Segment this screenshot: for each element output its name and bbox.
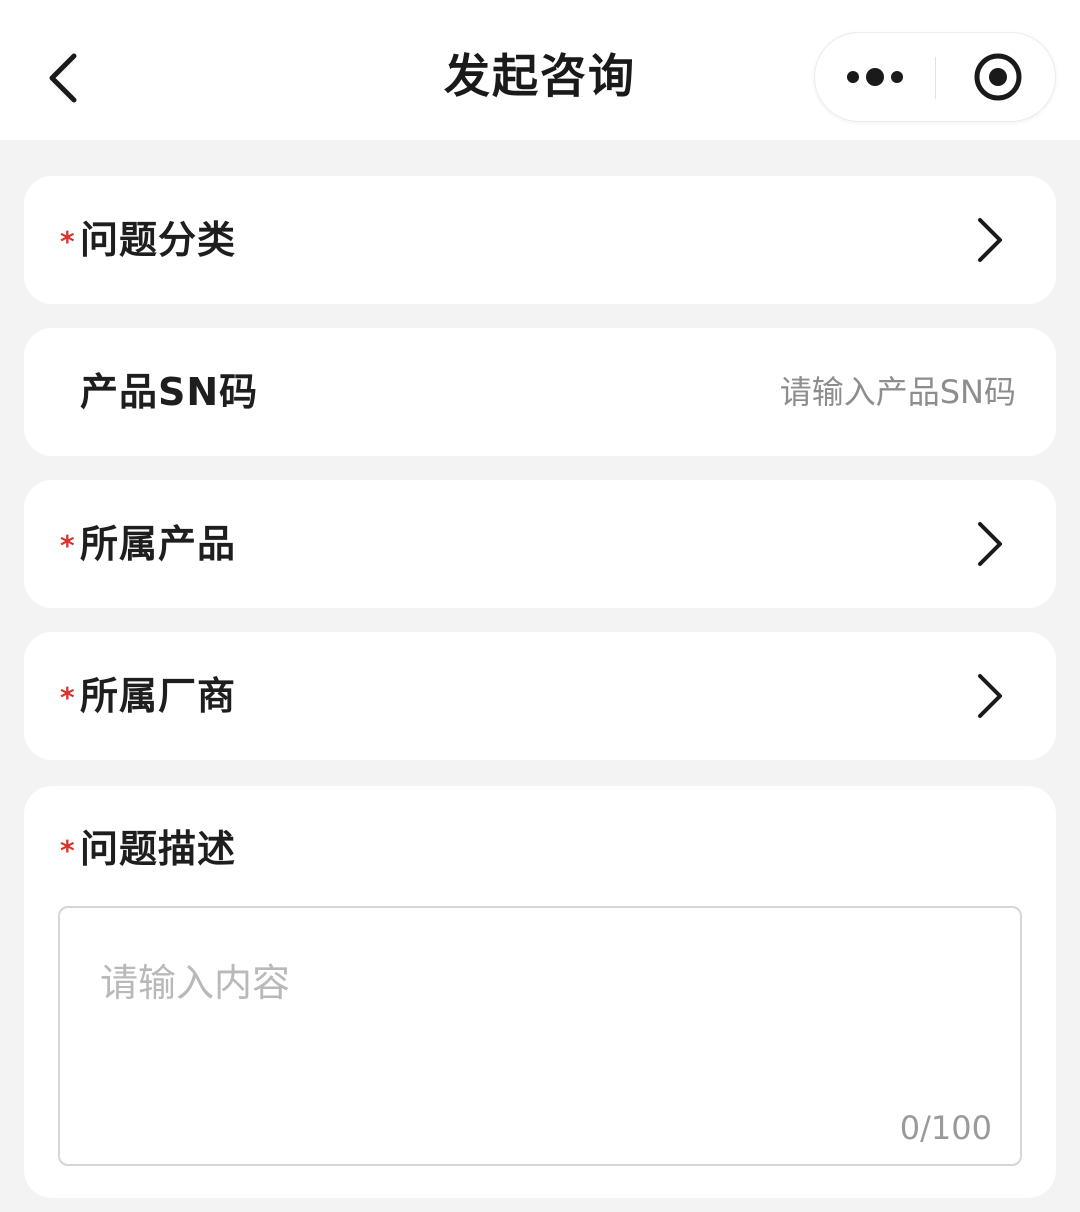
sn-input[interactable]: [496, 362, 1016, 422]
product-row[interactable]: * 所属产品: [24, 480, 1056, 608]
description-textarea[interactable]: [100, 956, 980, 1106]
required-mark: *: [60, 834, 75, 867]
chevron-right-icon: [972, 518, 1008, 570]
more-button[interactable]: [815, 33, 935, 121]
description-label: 问题描述: [80, 827, 237, 871]
required-mark: *: [60, 225, 75, 258]
category-label: 问题分类: [80, 218, 237, 262]
navigation-bar: 发起咨询: [0, 0, 1080, 140]
mini-program-capsule: [814, 32, 1056, 122]
required-mark: *: [60, 681, 75, 714]
product-label: 所属产品: [80, 522, 237, 566]
description-card: * 问题描述 0/100: [24, 786, 1056, 1198]
required-mark: *: [60, 529, 75, 562]
description-box: 0/100: [58, 906, 1022, 1166]
close-mini-program-button[interactable]: [936, 33, 1055, 121]
vendor-row[interactable]: * 所属厂商: [24, 632, 1056, 760]
character-counter: 0/100: [899, 1109, 992, 1147]
chevron-right-icon: [972, 670, 1008, 722]
more-dots-icon: [815, 68, 935, 125]
category-row[interactable]: * 问题分类: [24, 176, 1056, 304]
chevron-right-icon: [972, 214, 1008, 266]
sn-row: 产品SN码: [24, 328, 1056, 456]
sn-label: 产品SN码: [80, 370, 259, 414]
target-circle-icon: [936, 53, 1055, 125]
vendor-label: 所属厂商: [80, 674, 237, 718]
